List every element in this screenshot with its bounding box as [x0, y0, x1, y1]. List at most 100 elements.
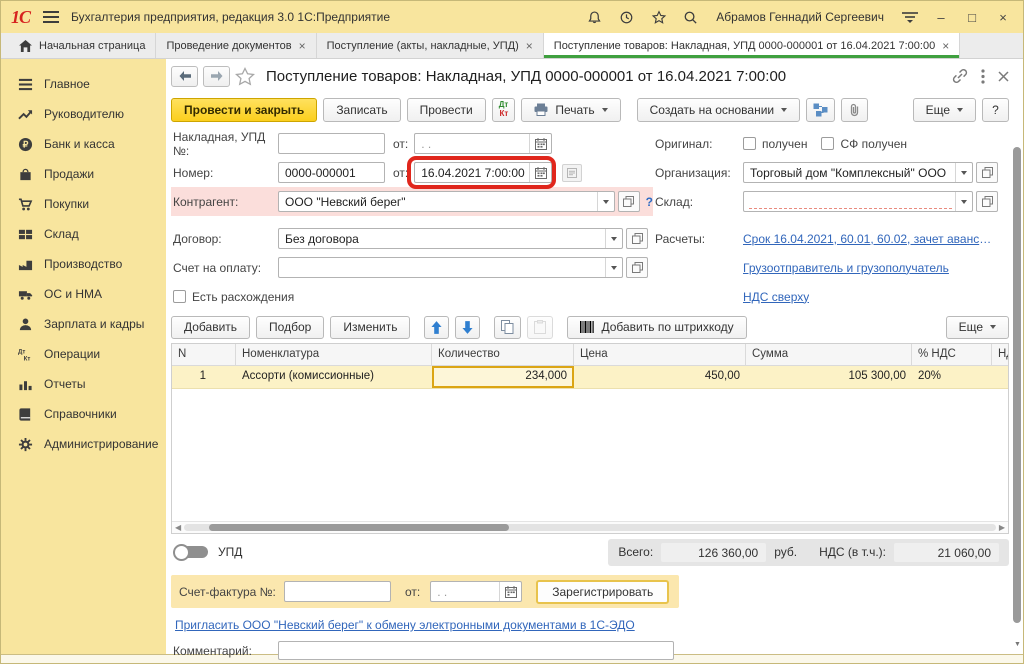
get-link-icon[interactable]	[952, 68, 968, 84]
cell-n[interactable]: 1	[172, 366, 236, 388]
pick-button[interactable]: Подбор	[256, 316, 324, 339]
scroll-down-arrow-icon[interactable]: ▼	[1014, 641, 1021, 648]
favorites-star-icon[interactable]	[650, 9, 667, 26]
hscroll-thumb[interactable]	[209, 524, 509, 531]
tab-close-icon[interactable]: ×	[299, 39, 306, 53]
cell-nomenclature[interactable]: Ассорти (комиссионные)	[236, 366, 432, 388]
calendar-icon[interactable]	[529, 163, 551, 182]
col-header-quantity[interactable]: Количество	[432, 344, 574, 365]
tab-receipts-list[interactable]: Поступление (акты, накладные, УПД) ×	[317, 33, 544, 58]
sidebar-item-bank-cash[interactable]: ₽ Банк и касса	[1, 129, 166, 159]
schedule-icon-button[interactable]	[562, 164, 582, 182]
payment-invoice-combo[interactable]	[278, 257, 623, 278]
cell-quantity-selected[interactable]: 234,000	[432, 366, 574, 388]
more-menu-icon[interactable]	[981, 69, 985, 84]
sidebar-item-fixed-assets[interactable]: ОС и НМА	[1, 279, 166, 309]
back-button[interactable]	[171, 66, 198, 87]
original-received-checkbox[interactable]	[743, 137, 756, 150]
more-button[interactable]: Еще	[913, 98, 976, 122]
col-header-sum[interactable]: Сумма	[746, 344, 912, 365]
dropdown-arrow-icon[interactable]	[605, 229, 622, 248]
invoice-date-input[interactable]: . .	[414, 133, 552, 154]
main-menu-icon[interactable]	[42, 9, 59, 26]
post-and-close-button[interactable]: Провести и закрыть	[171, 98, 317, 122]
calendar-icon[interactable]	[529, 134, 551, 153]
edo-invite-link[interactable]: Пригласить ООО "Невский берег" к обмену …	[175, 618, 635, 632]
col-header-vat-rate[interactable]: % НДС	[912, 344, 992, 365]
history-icon[interactable]	[618, 9, 635, 26]
contract-combo[interactable]: Без договора	[278, 228, 623, 249]
cell-price[interactable]: 450,00	[574, 366, 746, 388]
maximize-button[interactable]: □	[964, 11, 980, 24]
table-empty-area[interactable]	[172, 389, 1008, 521]
sidebar-item-main[interactable]: Главное	[1, 69, 166, 99]
sidebar-item-purchases[interactable]: Покупки	[1, 189, 166, 219]
table-more-button[interactable]: Еще	[946, 316, 1009, 339]
col-header-price[interactable]: Цена	[574, 344, 746, 365]
sidebar-item-reports[interactable]: Отчеты	[1, 369, 166, 399]
sidebar-item-directories[interactable]: Справочники	[1, 399, 166, 429]
vscroll-thumb[interactable]	[1013, 147, 1021, 623]
vertical-scrollbar[interactable]: ▼	[1012, 61, 1022, 650]
show-postings-dtkt-button[interactable]: ДтКт	[492, 98, 516, 122]
move-down-button[interactable]	[455, 316, 480, 339]
dropdown-arrow-icon[interactable]	[955, 163, 972, 182]
dropdown-arrow-icon[interactable]	[605, 258, 622, 277]
dropdown-arrow-icon[interactable]	[597, 192, 614, 211]
sidebar-item-sales[interactable]: Продажи	[1, 159, 166, 189]
cell-vat-rate[interactable]: 20%	[912, 366, 992, 388]
service-menu-icon[interactable]	[901, 9, 918, 26]
create-based-on-button[interactable]: Создать на основании	[637, 98, 801, 122]
sidebar-item-warehouse[interactable]: Склад	[1, 219, 166, 249]
print-button[interactable]: Печать	[521, 98, 620, 122]
copy-button[interactable]	[494, 316, 521, 339]
sidebar-item-payroll-hr[interactable]: Зарплата и кадры	[1, 309, 166, 339]
register-invoice-button[interactable]: Зарегистрировать	[536, 580, 669, 604]
attachments-button[interactable]	[841, 98, 868, 122]
sidebar-item-administration[interactable]: Администрирование	[1, 429, 166, 459]
col-header-vat[interactable]: НДС	[992, 344, 1008, 365]
scroll-right-arrow-icon[interactable]: ▶	[999, 524, 1005, 532]
edit-button[interactable]: Изменить	[330, 316, 410, 339]
sidebar-item-operations[interactable]: ДтКт Операции	[1, 339, 166, 369]
user-name[interactable]: Абрамов Геннадий Сергеевич	[716, 10, 884, 24]
related-documents-button[interactable]	[806, 98, 835, 122]
organization-open-button[interactable]	[976, 162, 998, 183]
save-button[interactable]: Записать	[323, 98, 400, 122]
close-window-button[interactable]: ×	[995, 11, 1011, 24]
sf-received-checkbox[interactable]	[821, 137, 834, 150]
col-header-n[interactable]: N	[172, 344, 236, 365]
paste-button[interactable]	[527, 316, 553, 339]
invoice-no-input[interactable]	[278, 133, 385, 154]
vat-on-top-link[interactable]: НДС сверху	[743, 290, 809, 304]
scroll-left-arrow-icon[interactable]: ◀	[175, 524, 181, 532]
col-header-nomenclature[interactable]: Номенклатура	[236, 344, 432, 365]
document-date-input[interactable]: 16.04.2021 7:00:00	[414, 162, 552, 183]
upd-toggle[interactable]	[173, 544, 209, 561]
post-button[interactable]: Провести	[407, 98, 486, 122]
shipper-consignee-link[interactable]: Грузоотправитель и грузополучатель	[743, 261, 949, 275]
favorite-star-icon[interactable]	[235, 67, 255, 86]
notifications-bell-icon[interactable]	[586, 9, 603, 26]
sidebar-item-production[interactable]: Производство	[1, 249, 166, 279]
counterparty-help-icon[interactable]: ?	[646, 195, 653, 209]
forward-button[interactable]	[203, 66, 230, 87]
counterparty-open-button[interactable]	[618, 191, 640, 212]
discrepancies-checkbox[interactable]	[173, 290, 186, 303]
warehouse-combo[interactable]	[743, 191, 973, 212]
contract-open-button[interactable]	[626, 228, 648, 249]
cell-vat[interactable]	[992, 366, 1008, 388]
payment-invoice-open-button[interactable]	[626, 257, 648, 278]
comment-input[interactable]	[278, 641, 674, 660]
counterparty-combo[interactable]: ООО "Невский берег"	[278, 191, 615, 212]
add-by-barcode-button[interactable]: Добавить по штрихкоду	[567, 316, 746, 339]
calendar-icon[interactable]	[499, 582, 521, 601]
horizontal-scrollbar[interactable]: ◀ ▶	[172, 521, 1008, 533]
tab-close-icon[interactable]: ×	[526, 39, 533, 53]
tab-close-icon[interactable]: ×	[942, 39, 949, 53]
tab-home[interactable]: Начальная страница	[9, 33, 156, 58]
search-icon[interactable]	[682, 9, 699, 26]
settlements-link[interactable]: Срок 16.04.2021, 60.01, 60.02, зачет ава…	[743, 232, 995, 246]
invoice-factura-date-input[interactable]: . .	[430, 581, 522, 602]
sidebar-item-manager[interactable]: Руководителю	[1, 99, 166, 129]
